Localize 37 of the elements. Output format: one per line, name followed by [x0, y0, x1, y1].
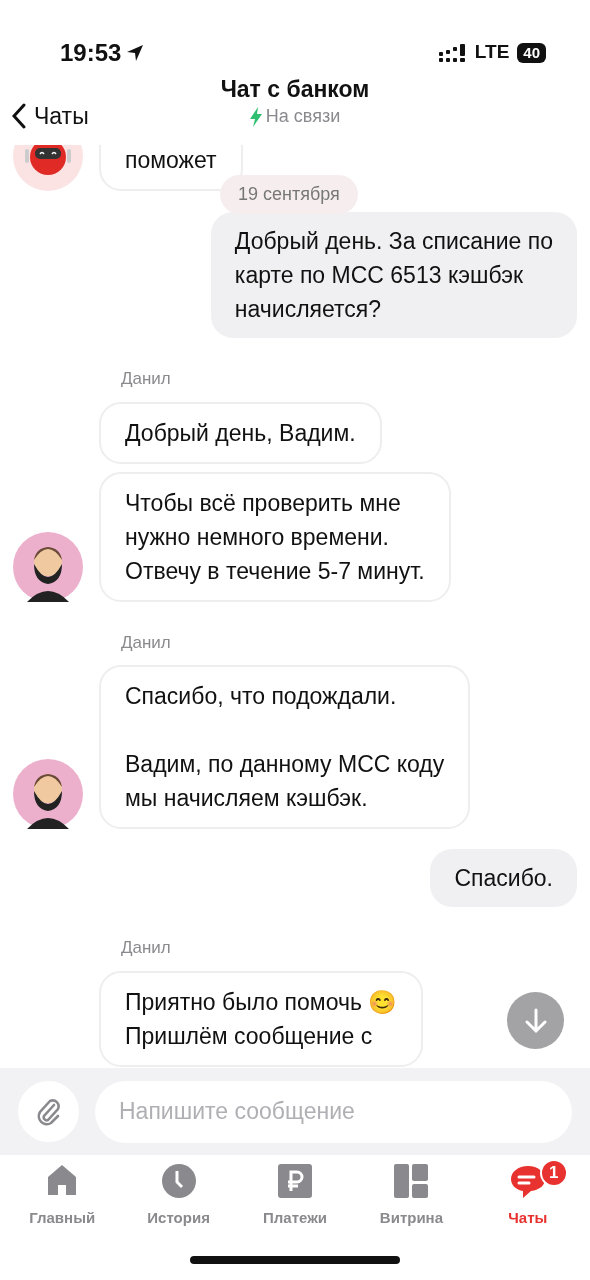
back-button[interactable]: Чаты	[12, 99, 89, 134]
message-bubble: Спасибо.	[430, 849, 577, 907]
grid-icon	[393, 1163, 430, 1199]
scroll-down-button[interactable]	[507, 992, 564, 1049]
tab-label: Главный	[29, 1208, 96, 1228]
sender-name: Данил	[121, 368, 172, 390]
notification-badge: 1	[539, 1159, 568, 1187]
sender-name: Данил	[121, 937, 172, 959]
tab-button[interactable]: Витрина	[353, 1163, 470, 1230]
date-label: 19 сентября	[220, 175, 358, 214]
back-icon	[12, 103, 26, 130]
message-bubble: Спасибо, что подождали. Вадим, по данному МСС коду мы начисляем кэшбэк.	[99, 665, 471, 829]
clock-icon	[160, 1163, 197, 1199]
lightning-icon	[249, 106, 262, 127]
message-input[interactable]: Напишите сообщение	[95, 1080, 572, 1143]
message-bubble: Приятно было помочь 😊 Пришлём сообщение с	[99, 970, 424, 1067]
location-arrow-icon	[125, 42, 146, 63]
message-bubble: Добрый день, Вадим.	[99, 401, 382, 464]
tab-button[interactable]: История	[120, 1163, 237, 1230]
tab-label: Чаты	[508, 1208, 548, 1228]
sender-name: Данил	[121, 631, 172, 654]
chat-title: Чат с банком	[219, 75, 371, 103]
battery-level: 40	[517, 42, 546, 63]
tab-button[interactable]: Главный	[4, 1163, 121, 1230]
tab-label: Витрина	[379, 1208, 443, 1228]
tab-label: История	[147, 1208, 210, 1228]
network-label: LTE	[474, 40, 510, 65]
message-bubble: Чтобы всё проверить мне нужно немного времени. Отвечу в течение 5-7 минут.	[99, 471, 451, 602]
tab-button[interactable]: Платежи	[236, 1163, 354, 1230]
clock-time: 19:53	[60, 37, 122, 68]
chat-icon	[509, 1163, 546, 1199]
tab-label: Платежи	[263, 1208, 327, 1228]
ruble-icon	[277, 1163, 313, 1199]
message-bubble: Добрый день. За списание по карте по МСС 6513 кэшбэк начисляется?	[210, 212, 577, 338]
signal-icon	[438, 43, 467, 62]
online-status: На связи	[265, 105, 341, 128]
down-arrow-icon	[524, 1007, 547, 1034]
